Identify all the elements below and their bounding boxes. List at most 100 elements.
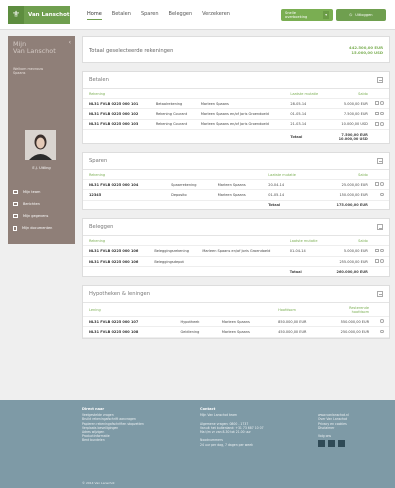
edit-icon[interactable] — [375, 259, 379, 263]
balance: 25.000,00 EUR — [312, 179, 368, 191]
sparen-table: Rekening Laatste mutatie Saldo NL31 FVLB… — [83, 169, 389, 210]
sidebar-item-gegevens[interactable]: Mijn gegevens — [8, 210, 75, 222]
quick-transfer-label: Snelle overboeking — [285, 11, 308, 19]
minimize-icon[interactable] — [377, 224, 383, 231]
account-holder: Marleen Spaans — [211, 189, 263, 201]
nav-verzekeren[interactable]: Verzekeren — [202, 11, 230, 20]
facebook-icon[interactable] — [318, 440, 325, 448]
info-icon[interactable] — [380, 329, 384, 334]
row-actions — [367, 245, 389, 257]
chevron-down-icon[interactable]: ▾ — [323, 11, 329, 19]
row-actions — [369, 316, 389, 328]
logout-button[interactable]: ⏻ Uitloggen — [336, 9, 386, 21]
info-icon[interactable] — [380, 122, 384, 126]
account-holder: Marleen Spaans — [215, 316, 273, 328]
advisor-photo — [25, 130, 56, 160]
total-values: 442.500,00 EUR 15.000,00 USD — [349, 45, 383, 55]
team-icon — [13, 190, 18, 194]
minimize-icon[interactable] — [377, 77, 383, 83]
sidebar-item-team[interactable]: Mijn team — [8, 186, 75, 198]
footer-link[interactable]: Bruikt rekeningafschrift aanvragen — [82, 417, 144, 421]
edit-icon[interactable] — [375, 248, 379, 253]
row-actions — [367, 108, 389, 120]
account-number[interactable]: NL31 FVLB 0225 000 103 — [83, 119, 150, 131]
account-type: Rekening Courant — [149, 119, 195, 131]
col-saldo: Saldo — [312, 169, 368, 180]
account-number[interactable]: NL31 FVLB 0225 000 104 — [83, 179, 166, 191]
account-number[interactable]: NL31 FVLB 0225 000 102 — [83, 108, 150, 120]
footer-link[interactable]: Over Van Lanschot — [318, 417, 349, 421]
balance: 10.000,00 USD — [325, 119, 368, 131]
welcome-line-2: Spaans — [13, 71, 26, 76]
account-number[interactable]: 12345 — [83, 189, 166, 201]
spacer — [83, 130, 284, 143]
table-row[interactable]: NL31 FVLB 0225 000 102 Rekening Courant … — [83, 108, 389, 120]
total-label: Totaal — [290, 134, 303, 139]
account-number[interactable]: NL31 FVLB 0225 000 101 — [83, 98, 150, 110]
total-usd: 15.000,00 USD — [351, 50, 383, 55]
footer-heading: Direct naar — [82, 407, 105, 411]
account-number[interactable]: NL31 FVLB 0225 000 106 — [83, 245, 149, 257]
account-holder — [196, 256, 284, 268]
nav-betalen[interactable]: Betalen — [112, 11, 131, 20]
social-icons — [318, 440, 349, 448]
copyright: © 2014 Van Lanschot — [82, 481, 115, 485]
spacer — [83, 200, 262, 209]
sidebar-item-berichten[interactable]: Berichten — [8, 198, 75, 210]
info-icon[interactable] — [380, 248, 384, 253]
info-icon[interactable] — [380, 319, 384, 323]
total-card: Totaal geselecteerde rekeningen 442.500,… — [82, 36, 390, 63]
total-row: Totaal 260.000,00 EUR — [83, 267, 389, 276]
table-row[interactable]: NL31 FVLB 0225 000 106 Beleggingsrekenin… — [83, 245, 389, 257]
sidebar-item-documenten[interactable]: Mijn documenten — [8, 222, 75, 234]
col-lening: Lening — [83, 302, 273, 317]
table-row[interactable]: NL31 FVLB 0225 000 103 Rekening Courant … — [83, 119, 389, 131]
col-rekening: Rekening — [83, 89, 285, 99]
betalen-card: Betalen Rekening Laatste mutatie Saldo N… — [82, 71, 390, 144]
info-icon[interactable] — [380, 111, 384, 116]
logo[interactable]: ⚜ Van Lanschot — [8, 6, 70, 24]
balance: 255.000,00 EUR — [323, 256, 368, 268]
col-hoofdsom: Hoofdsom — [272, 302, 329, 317]
account-number[interactable]: NL31 FVLB 0225 000 108 — [83, 326, 175, 338]
table-row[interactable]: NL31 FVLB 0225 000 101 Betaalrekening Ma… — [83, 98, 389, 110]
remaining-principal: 250.000,00 EUR — [329, 326, 369, 338]
total-amount: 260.000,00 EUR — [336, 269, 368, 274]
table-row[interactable]: NL31 FVLB 0225 000 106 Beleggingsdepot 2… — [83, 256, 389, 268]
info-icon[interactable] — [380, 192, 384, 197]
minimize-icon[interactable] — [377, 157, 383, 164]
section-title-hypotheken: Hypotheken & leningen — [83, 286, 389, 303]
checkbox-icon[interactable] — [375, 101, 379, 105]
col-laatste-mutatie: Laatste mutatie — [262, 169, 313, 180]
top-bar: ⚜ Van Lanschot Home Betalen Sparen Beleg… — [0, 0, 395, 30]
nav-sparen[interactable]: Sparen — [141, 11, 159, 20]
nav-beleggen[interactable]: Beleggen — [169, 11, 193, 20]
loan-type: Hypotheek — [174, 316, 216, 328]
twitter-icon[interactable] — [328, 440, 335, 448]
advisor-name: E.J. Uitling — [32, 166, 51, 170]
info-icon[interactable] — [380, 259, 384, 263]
document-icon — [13, 225, 17, 231]
edit-icon[interactable] — [375, 111, 379, 116]
last-mutation: 01-05-14 — [262, 189, 313, 201]
linkedin-icon[interactable] — [338, 440, 345, 448]
footer-link[interactable]: Bent bundelen — [82, 438, 144, 442]
account-number[interactable]: NL31 FVLB 0225 000 106 — [83, 256, 149, 268]
info-icon[interactable] — [380, 182, 384, 186]
table-row[interactable]: 12345 Deposito Marleen Spaans 01-05-14 1… — [83, 189, 389, 201]
table-row[interactable]: NL31 FVLB 0225 000 108 Geldlening Marlee… — [83, 326, 389, 338]
nav-home[interactable]: Home — [87, 11, 102, 20]
table-row[interactable]: NL31 FVLB 0225 000 107 Hypotheek Marleen… — [83, 316, 389, 328]
account-holder: Marleen Spaans en/of Joris Groendoeld — [194, 119, 285, 131]
total-usd: 10.000,00 USD — [338, 136, 368, 141]
info-icon[interactable] — [380, 101, 384, 105]
footer: Direct naar Veelgestelde vragen Bruikt r… — [0, 400, 395, 488]
principal: 850.000,00 EUR — [272, 316, 329, 328]
edit-icon[interactable] — [375, 182, 379, 186]
table-row[interactable]: NL31 FVLB 0225 000 104 Spaarrekening Mar… — [83, 179, 389, 191]
minimize-icon[interactable] — [377, 290, 383, 297]
edit-icon[interactable] — [375, 122, 379, 126]
account-number[interactable]: NL31 FVLB 0225 000 107 — [83, 316, 175, 328]
quick-transfer-button[interactable]: Snelle overboeking ▾ — [281, 9, 333, 21]
collapse-chevron-icon[interactable]: ‹ — [69, 39, 71, 46]
